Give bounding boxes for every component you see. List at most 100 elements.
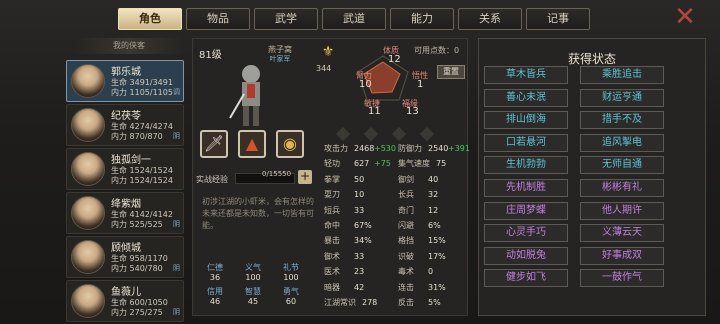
stat-row: 识破 17%	[398, 250, 468, 264]
stat-value: 34%	[354, 236, 372, 246]
amulet-skill-icon[interactable]: ◉	[276, 130, 304, 158]
roster-item[interactable]: 独孤剑一 生命 1524/1524 内力 1524/1524	[66, 148, 184, 190]
char-mp: 内力 1105/1105	[111, 88, 173, 97]
char-tag: 调	[173, 88, 180, 96]
status-chip[interactable]: 心灵手巧	[484, 224, 568, 243]
add-xp-button[interactable]: +	[298, 170, 312, 184]
reset-button[interactable]: 重置	[437, 65, 465, 79]
avatar	[71, 196, 105, 230]
status-chip[interactable]: 草木皆兵	[484, 66, 568, 84]
stat-row: 暴击 34%	[324, 234, 394, 248]
tab-martial[interactable]: 武学	[254, 8, 318, 30]
stat-label: 命中	[324, 221, 340, 230]
stat-bonus: +391	[448, 144, 470, 153]
stat-label: 御剑	[398, 174, 414, 184]
stat-row: 轻功 627 +75	[324, 157, 394, 171]
stat-row: 格挡 15%	[398, 234, 468, 248]
sect-subtitle: 叶家军	[269, 55, 291, 63]
char-mp: 内力 540/780	[111, 264, 163, 273]
status-chip[interactable]: 善心未泯	[484, 88, 568, 107]
virtue-stat: 勇气 60	[276, 286, 306, 306]
stat-label: 耍刀	[324, 190, 340, 200]
status-chip[interactable]: 口若悬河	[484, 133, 568, 152]
stat-label: 毒术	[398, 267, 414, 277]
roster-item[interactable]: 鱼薇儿 生命 600/1050 内力 275/275 阴	[66, 280, 184, 322]
fame-value: 344	[316, 64, 332, 73]
status-chip[interactable]: 财运亨通	[580, 88, 664, 107]
stat-label: 暴击	[324, 236, 340, 246]
virtue-value: 100	[245, 273, 261, 282]
stat-value: 278	[362, 298, 378, 307]
stat-value: 2540	[428, 144, 449, 153]
buff-slot-icons	[335, 124, 458, 142]
stat-label: 长兵	[398, 190, 414, 200]
cloak-skill-icon[interactable]: ▲	[238, 130, 266, 158]
roster-item[interactable]: 郭乐城 生命 3491/3491 内力 1105/1105 调	[66, 60, 184, 102]
virtue-value: 60	[285, 297, 297, 306]
char-name: 独孤剑一	[111, 155, 151, 166]
attr-biliang-value: 10	[359, 79, 372, 90]
virtue-stat: 智慧 45	[238, 286, 268, 306]
stat-row: 毒术 0	[398, 265, 468, 279]
status-chip[interactable]: 彬彬有礼	[580, 179, 664, 197]
tab-ability[interactable]: 能力	[390, 8, 454, 30]
virtue-label: 仁德	[207, 263, 223, 272]
status-chip[interactable]: 健步如飞	[484, 269, 568, 288]
stat-value: 32	[428, 190, 439, 200]
status-chip[interactable]: 好事成双	[580, 246, 664, 265]
status-chip[interactable]: 无师自通	[580, 156, 664, 175]
char-name: 绛紫烟	[111, 199, 141, 210]
available-points: 可用点数：0	[414, 46, 460, 55]
roster-item[interactable]: 顾倾城 生命 958/1170 内力 540/780 阴	[66, 236, 184, 278]
stat-label: 格挡	[398, 236, 414, 246]
virtue-stat: 信用 46	[200, 286, 230, 306]
avatar	[71, 64, 105, 98]
avatar	[71, 152, 105, 186]
stat-label: 攻击力	[324, 144, 348, 153]
status-chip[interactable]: 措手不及	[580, 111, 664, 130]
stat-label: 御术	[324, 251, 340, 261]
status-chip[interactable]: 一鼓作气	[580, 269, 664, 288]
status-chip[interactable]: 义薄云天	[580, 224, 664, 243]
status-chip[interactable]: 乘胜追击	[580, 66, 664, 84]
tab-relations[interactable]: 关系	[458, 8, 522, 30]
tab-journal[interactable]: 记事	[526, 8, 590, 30]
stat-row: 医术 23	[324, 265, 394, 279]
virtue-label: 信用	[207, 287, 223, 296]
char-name: 顾倾城	[111, 243, 141, 254]
stat-value: 6%	[428, 221, 441, 230]
attr-tizhi-value: 12	[388, 54, 401, 65]
stat-row: 反击 5%	[398, 296, 468, 310]
status-chip[interactable]: 生机勃勃	[484, 156, 568, 175]
virtue-value: 46	[209, 297, 221, 306]
roster-item[interactable]: 纪茯苓 生命 4274/4274 内力 870/870 阴	[66, 104, 184, 146]
xp-value: 0/15550	[262, 170, 292, 178]
roster-item[interactable]: 绛紫烟 生命 4142/4142 内力 525/525 阴	[66, 192, 184, 234]
tab-character[interactable]: 角色	[118, 8, 182, 30]
char-tag: 阴	[173, 308, 180, 316]
stat-value: 23	[354, 267, 365, 277]
close-icon[interactable]: ✕	[672, 4, 698, 31]
stat-row: 耍刀 10	[324, 188, 394, 202]
stat-value: 31%	[428, 282, 446, 292]
status-chip[interactable]: 庄周梦蝶	[484, 201, 568, 220]
avatar	[71, 284, 105, 318]
status-chip[interactable]: 排山倒海	[484, 111, 568, 130]
char-tag: 阴	[173, 220, 180, 228]
stat-value: 2468	[354, 144, 375, 153]
status-chip[interactable]: 先机制胜	[484, 179, 568, 197]
status-chip[interactable]: 他人期许	[580, 201, 664, 220]
virtue-stat: 仁德 36	[200, 262, 230, 282]
sword-skill-icon[interactable]: 🗡	[200, 130, 228, 158]
char-name: 纪茯苓	[111, 111, 141, 122]
status-chip[interactable]: 追风掣电	[580, 133, 664, 152]
stat-row: 御剑 40	[398, 173, 468, 187]
stat-bonus: +75	[374, 159, 391, 169]
status-chip[interactable]: 动如脱兔	[484, 246, 568, 265]
stat-row: 奇门 12	[398, 204, 468, 218]
char-mp: 内力 525/525	[111, 220, 163, 229]
tab-wudao[interactable]: 武道	[322, 8, 386, 30]
stat-value: 12	[428, 205, 439, 215]
avatar	[71, 240, 105, 274]
tab-items[interactable]: 物品	[186, 8, 250, 30]
